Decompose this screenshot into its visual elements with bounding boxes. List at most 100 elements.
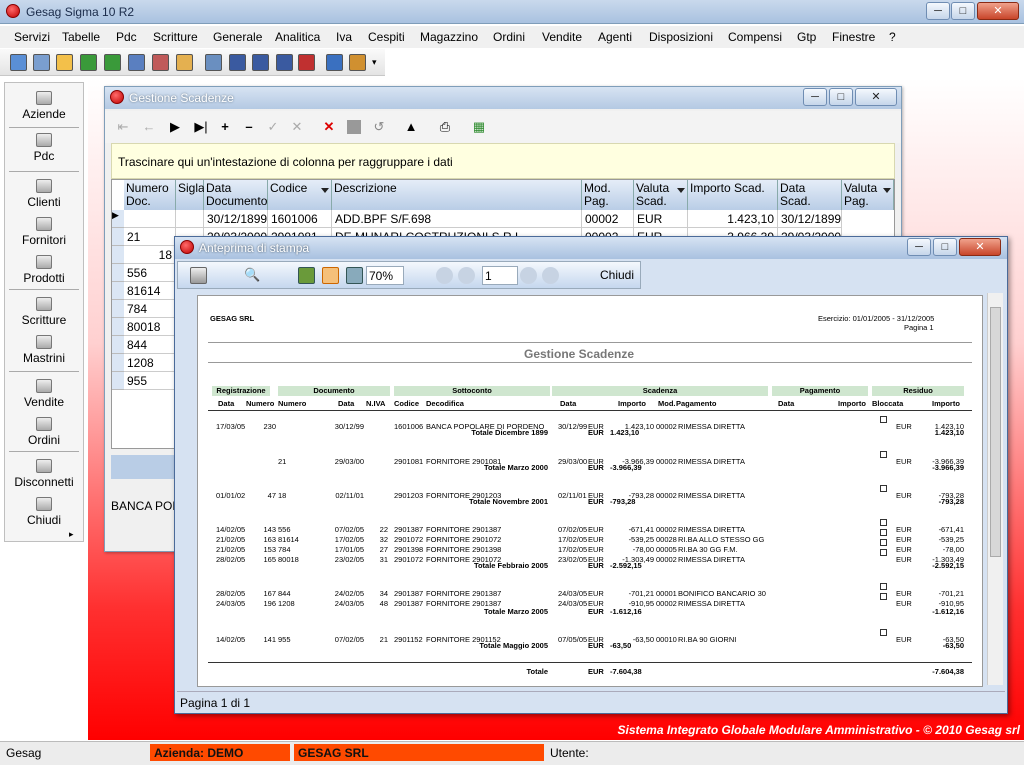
menu-generale[interactable]: Generale [213,30,262,44]
menu-analitica[interactable]: Analitica [275,30,320,44]
grid-cell[interactable]: 30/12/1899 [778,210,842,228]
prev-page-icon[interactable] [458,267,475,284]
ap-maximize-button[interactable]: □ [933,238,957,256]
row-selector[interactable] [112,264,124,282]
grid-cell[interactable] [124,210,176,228]
print-red-icon[interactable] [298,54,315,71]
grid-cell[interactable]: 844 [124,336,176,354]
panel-expand-icon[interactable]: ▸ [69,529,74,540]
filter-icon[interactable]: ▲ [403,119,419,135]
cancel-edit-icon[interactable]: ✕ [289,119,305,135]
menu-magazzino[interactable]: Magazzino [420,30,478,44]
bloccata-checkbox[interactable] [880,451,887,458]
dropdown-arrow-icon[interactable] [883,188,891,193]
nav-clienti[interactable]: Clienti [5,179,83,209]
chiudi-button[interactable]: Chiudi [600,268,634,282]
row-selector[interactable] [112,228,124,246]
column-header[interactable]: Codice [268,180,332,210]
row-selector[interactable] [112,282,124,300]
menu-ordini[interactable]: Ordini [493,30,525,44]
nav-vendite[interactable]: Vendite [5,379,83,409]
grid-cell[interactable]: 00002 [582,210,634,228]
ap-minimize-button[interactable]: ─ [907,238,931,256]
calendar-icon[interactable] [252,54,269,71]
menu-agenti[interactable]: Agenti [598,30,632,44]
row-selector[interactable] [112,246,124,264]
first-page-icon[interactable] [436,267,453,284]
zoom-input[interactable]: 70% [366,266,404,285]
column-header[interactable]: Importo Scad. [688,180,778,210]
nav-mastrini[interactable]: Mastrini [5,335,83,365]
add-record-icon[interactable]: + [217,119,233,135]
grid-cell[interactable]: EUR [634,210,688,228]
grid-cell[interactable]: 556 [124,264,176,282]
grid-cell[interactable]: 1.423,10 [688,210,778,228]
column-header[interactable]: Valuta Pag. [842,180,894,210]
column-header[interactable]: Sigla [176,180,205,210]
nav-aziende[interactable]: Aziende [5,91,83,121]
column-header[interactable]: Data Scad. [778,180,842,210]
archive-icon[interactable] [176,54,193,71]
bloccata-checkbox[interactable] [880,539,887,546]
undo-icon[interactable]: ↺ [371,119,387,135]
bloccata-checkbox[interactable] [880,485,887,492]
bloccata-checkbox[interactable] [880,583,887,590]
find-icon[interactable]: 🔍 [244,267,261,284]
tree-icon[interactable] [128,54,145,71]
menu-pdc[interactable]: Pdc [116,30,137,44]
row-selector[interactable] [112,318,124,336]
menu-finestre[interactable]: Finestre [832,30,875,44]
multi-page-icon[interactable] [346,267,363,284]
menu-disposizioni[interactable]: Disposizioni [649,30,713,44]
bloccata-checkbox[interactable] [880,549,887,556]
folder-icon[interactable] [56,54,73,71]
column-header[interactable]: Descrizione [332,180,582,210]
gs-minimize-button[interactable]: ─ [803,88,827,106]
grid-cell[interactable]: ADD.BPF S/F.698 [332,210,582,228]
group-by-area[interactable]: Trascinare qui un'intestazione di colonn… [111,143,895,179]
nav-chiudi[interactable]: Chiudi [5,497,83,527]
window-icon[interactable] [33,54,50,71]
nav-pdc[interactable]: Pdc [5,133,83,163]
scrollbar-thumb[interactable] [990,307,1001,557]
report-icon[interactable] [152,54,169,71]
column-header[interactable]: Valuta Scad. [634,180,688,210]
page-input[interactable]: 1 [482,266,518,285]
user-icon[interactable] [349,54,366,71]
row-selector[interactable] [112,372,124,390]
grid-cell[interactable]: 21 [124,228,176,246]
forward-icon[interactable] [104,54,121,71]
maximize-button[interactable]: □ [951,2,975,20]
gs-maximize-button[interactable]: □ [829,88,853,106]
column-header[interactable]: Numero Doc. [124,180,176,210]
nav-scritture[interactable]: Scritture [5,297,83,327]
menu-tabelle[interactable]: Tabelle [62,30,100,44]
back-icon[interactable] [80,54,97,71]
menu-gtp[interactable]: Gtp [797,30,816,44]
bloccata-checkbox[interactable] [880,629,887,636]
prev-record-icon[interactable]: ← [141,119,157,135]
close-button[interactable]: ✕ [977,2,1019,20]
nav-fornitori[interactable]: Fornitori [5,217,83,247]
menu-cespiti[interactable]: Cespiti [368,30,405,44]
grid-cell[interactable]: 1601006 [268,210,332,228]
grid-cell[interactable]: 955 [124,372,176,390]
bloccata-checkbox[interactable] [880,416,887,423]
bloccata-checkbox[interactable] [880,593,887,600]
grid-cell[interactable]: 18 [124,246,176,264]
grid-cell[interactable]: 784 [124,300,176,318]
dropdown-arrow-icon[interactable] [321,188,329,193]
calendar-icon[interactable] [229,54,246,71]
column-header[interactable]: Mod. Pag. [582,180,634,210]
document-icon[interactable] [205,54,222,71]
remove-record-icon[interactable]: – [241,119,257,135]
page-width-icon[interactable] [322,267,339,284]
row-selector[interactable]: ▶ [112,210,124,228]
menu-iva[interactable]: Iva [336,30,352,44]
menu-compensi[interactable]: Compensi [728,30,782,44]
row-selector[interactable] [112,300,124,318]
calendar-icon[interactable] [276,54,293,71]
first-record-icon[interactable]: ⇤ [115,119,131,135]
last-page-icon[interactable] [542,267,559,284]
last-record-icon[interactable]: ▶| [193,119,209,135]
